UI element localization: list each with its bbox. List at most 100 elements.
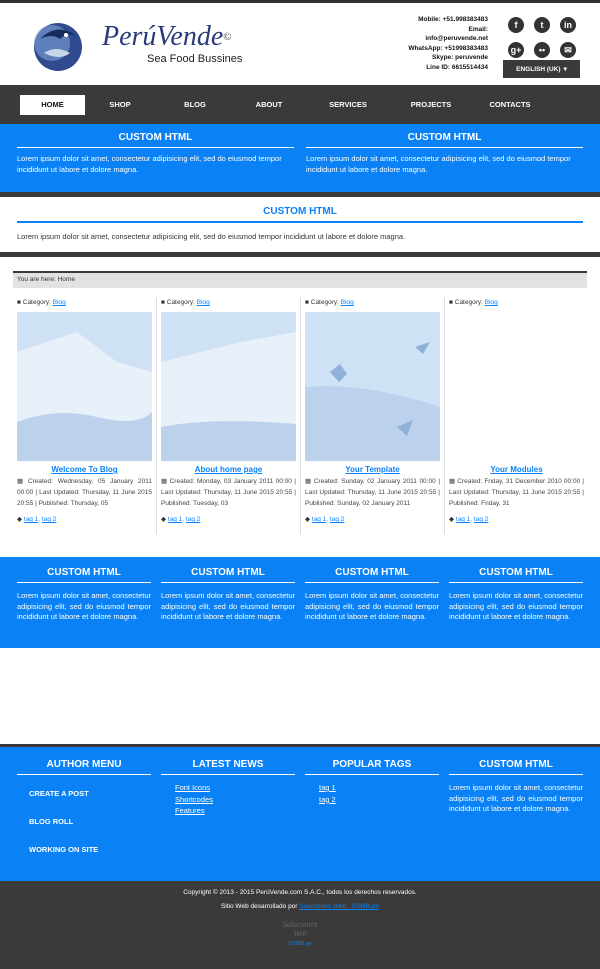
tag-icon: ◆	[161, 516, 168, 523]
news-link[interactable]: Shortcodes	[175, 794, 295, 806]
article-card: ■ Category: Blog Welcome To Blog ▦ Creat…	[13, 298, 157, 534]
article-meta: ▦ Created: Wednesday, 05 January 2011 00…	[17, 478, 152, 507]
popular-tags: POPULAR TAGS tag 1 tag 2	[305, 759, 439, 881]
bottom-module: CUSTOM HTML Lorem ipsum dolor sit amet, c…	[449, 567, 583, 648]
linkedin-icon[interactable]: in	[560, 17, 576, 33]
calendar-icon: ▦	[161, 478, 170, 485]
module-text: Lorem ipsum dolor sit amet, consectetur …	[17, 232, 406, 241]
article-image[interactable]	[17, 312, 152, 461]
article-meta: ▦ Created: Monday, 03 January 2011 00:00…	[161, 478, 296, 507]
latest-news: LATEST NEWS Font Icons Shortcodes Featur…	[161, 759, 295, 881]
article-card: ■ Category: Blog About home page ▦ Creat…	[157, 298, 301, 534]
article-image[interactable]	[161, 312, 296, 461]
article-tags: ◆ tag 1, tag 2	[161, 516, 201, 523]
nav-services[interactable]: SERVICES	[320, 95, 376, 115]
breadcrumb: You are here: Home	[13, 271, 587, 288]
menu-create-post[interactable]: CREATE A POST	[29, 789, 151, 798]
tag-link[interactable]: tag 1	[312, 516, 326, 523]
tag-link[interactable]: tag 1	[456, 516, 470, 523]
article-grid: ■ Category: Blog Welcome To Blog ▦ Creat…	[13, 298, 587, 534]
menu-working-on-site[interactable]: WORKING ON SITE	[29, 845, 151, 854]
bottom-modules: CUSTOM HTML Lorem ipsum dolor sit amet, c…	[0, 557, 600, 648]
language-selector[interactable]: ENGLISH (UK) ▾	[503, 60, 580, 78]
module-text: Lorem ipsum dolor sit amet, consectetur …	[17, 591, 151, 621]
module-text: Lorem ipsum dolor sit amet, consectetur …	[449, 591, 583, 621]
top-modules: CUSTOM HTML Lorem ipsum dolor sit amet, …	[0, 124, 600, 192]
article-title[interactable]: Welcome To Blog	[17, 465, 152, 474]
calendar-icon: ▦	[305, 478, 314, 485]
tag-link[interactable]: tag 1	[24, 516, 38, 523]
language-label: ENGLISH (UK)	[516, 65, 561, 73]
article-card: ■ Category: Blog Your Modules ▦ Created:…	[445, 298, 588, 534]
nav-about[interactable]: ABOUT	[245, 95, 293, 115]
footer: AUTHOR MENU CREATE A POST BLOG ROLL WORK…	[0, 747, 600, 881]
footer-title: AUTHOR MENU	[17, 759, 151, 775]
module-title: CUSTOM HTML	[17, 206, 583, 223]
facebook-icon[interactable]: f	[508, 17, 524, 33]
module-text: Lorem ipsum dolor sit amet, consectetur …	[305, 591, 439, 621]
developer-logo[interactable]: Soluciones Web SSMB.pe	[0, 920, 600, 949]
news-link[interactable]: Font Icons	[175, 782, 295, 794]
module-title: CUSTOM HTML	[305, 567, 439, 583]
tag-link[interactable]: tag 2	[474, 516, 488, 523]
tag-link[interactable]: tag 2	[319, 794, 439, 806]
nav-home[interactable]: HOME	[20, 94, 85, 115]
contact-email[interactable]: info@peruvende.net	[408, 34, 488, 44]
news-link[interactable]: Features	[175, 805, 295, 817]
logo-globe-fish-icon[interactable]	[30, 17, 86, 73]
contact-email-label: Email:	[468, 25, 488, 33]
article-category: ■ Category: Blog	[161, 299, 210, 306]
brand-slogan: Sea Food Bussines	[147, 53, 243, 65]
contact-mobile: Mobile: +51.998383483	[418, 16, 488, 23]
menu-blog-roll[interactable]: BLOG ROLL	[29, 817, 151, 826]
article-category: ■ Category: Blog	[305, 299, 354, 306]
nav-contacts[interactable]: CONTACTS	[482, 95, 538, 115]
module-text: Lorem ipsum dolor sit amet, consectetur …	[161, 591, 295, 621]
tag-link[interactable]: tag 2	[42, 516, 56, 523]
tag-link[interactable]: tag 1	[168, 516, 182, 523]
article-tags: ◆ tag 1, tag 2	[449, 516, 489, 523]
article-tags: ◆ tag 1, tag 2	[305, 516, 345, 523]
category-link[interactable]: Blog	[53, 299, 66, 306]
category-link[interactable]: Blog	[485, 299, 498, 306]
article-title[interactable]: Your Template	[305, 465, 440, 474]
social-icons: f t in g+ •• ✉	[508, 17, 576, 58]
contact-skype: Skype: peruvende	[432, 54, 488, 62]
header: PerúVende© Sea Food Bussines Mobile: +51…	[0, 3, 600, 85]
article-title[interactable]: About home page	[161, 465, 296, 474]
tag-link[interactable]: tag 2	[186, 516, 200, 523]
category-link[interactable]: Blog	[341, 299, 354, 306]
google-plus-icon[interactable]: g+	[508, 42, 524, 58]
nav-shop[interactable]: SHOP	[102, 95, 138, 115]
module-title: CUSTOM HTML	[306, 132, 583, 148]
developer-credit: Sitio Web desarrollado por Soluciones We…	[220, 903, 380, 910]
divider	[0, 252, 600, 257]
module-text: Lorem ipsum dolor sit amet, consectetur …	[449, 783, 583, 813]
top-module: CUSTOM HTML Lorem ipsum dolor sit amet, …	[306, 132, 583, 192]
chevron-down-icon: ▾	[563, 66, 567, 73]
nav-blog[interactable]: BLOG	[175, 95, 215, 115]
module-title: CUSTOM HTML	[17, 567, 151, 583]
wide-module: CUSTOM HTML Lorem ipsum dolor sit amet, …	[0, 197, 600, 252]
copyright-bar: Copyright © 2013 - 2015 PerúVende.com S.…	[0, 881, 600, 969]
bottom-module: CUSTOM HTML Lorem ipsum dolor sit amet, c…	[17, 567, 151, 648]
developer-link[interactable]: Soluciones Web : SSMB.pe	[299, 903, 379, 910]
folder-icon: ■	[449, 299, 453, 306]
brand-name[interactable]: PerúVende©	[102, 23, 232, 51]
module-title: CUSTOM HTML	[449, 567, 583, 583]
article-tags: ◆ tag 1, tag 2	[17, 516, 57, 523]
tag-link[interactable]: tag 2	[330, 516, 344, 523]
tumblr-icon[interactable]: t	[534, 17, 550, 33]
category-link[interactable]: Blog	[197, 299, 210, 306]
tag-link[interactable]: tag 1	[319, 782, 439, 794]
contact-info: Mobile: +51.998383483 Email: info@peruve…	[408, 15, 488, 73]
copyright-text: Copyright © 2013 - 2015 PerúVende.com S.…	[183, 889, 417, 896]
article-image[interactable]	[305, 312, 440, 461]
folder-icon: ■	[305, 299, 309, 306]
flickr-icon[interactable]: ••	[534, 42, 550, 58]
article-image[interactable]	[449, 312, 584, 461]
nav-projects[interactable]: PROJECTS	[403, 95, 459, 115]
email-icon[interactable]: ✉	[560, 42, 576, 58]
calendar-icon: ▦	[17, 478, 28, 485]
article-title[interactable]: Your Modules	[449, 465, 584, 474]
